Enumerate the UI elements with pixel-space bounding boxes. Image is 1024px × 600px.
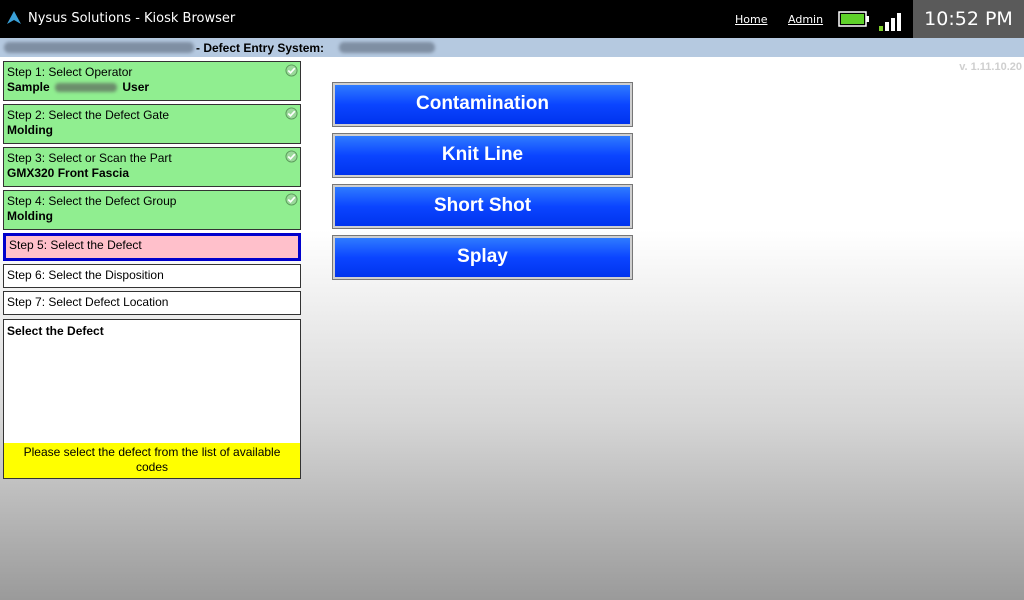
instruction-panel: Select the Defect Please select the defe… — [3, 319, 301, 479]
window-title: Nysus Solutions - Kiosk Browser — [28, 11, 236, 26]
check-circle-icon — [285, 107, 298, 120]
check-circle-icon — [285, 64, 298, 77]
redacted-text — [55, 83, 118, 93]
step-4-defect-group[interactable]: Step 4: Select the Defect Group Molding — [3, 190, 301, 230]
app-icon — [7, 11, 21, 24]
instruction-title: Select the Defect — [7, 324, 104, 338]
check-circle-icon — [285, 193, 298, 206]
step-value: Molding — [7, 209, 53, 223]
step-value: Sample User — [7, 80, 297, 94]
step-value-prefix: Sample — [7, 80, 50, 94]
defect-button-splay[interactable]: Splay — [332, 235, 633, 280]
step-1-operator[interactable]: Step 1: Select Operator Sample User — [3, 61, 301, 101]
status-area — [834, 0, 912, 38]
step-label: Step 3: Select or Scan the Part — [7, 151, 172, 165]
home-link[interactable]: Home — [735, 13, 767, 26]
defect-button-contamination[interactable]: Contamination — [332, 82, 633, 127]
step-label: Step 5: Select the Defect — [9, 238, 142, 252]
step-value: Molding — [7, 123, 53, 137]
step-3-part[interactable]: Step 3: Select or Scan the Part GMX320 F… — [3, 147, 301, 187]
battery-icon — [838, 11, 869, 27]
header-strip: - Defect Entry System: — [0, 38, 1024, 57]
page-title: - Defect Entry System: — [196, 41, 325, 55]
step-6-disposition[interactable]: Step 6: Select the Disposition — [3, 264, 301, 288]
step-label: Step 1: Select Operator — [7, 65, 133, 79]
instruction-message: Please select the defect from the list o… — [4, 443, 300, 478]
step-value-suffix: User — [122, 80, 150, 94]
signal-icon — [879, 13, 901, 31]
defect-button-knit-line[interactable]: Knit Line — [332, 133, 633, 178]
version-label: v. 1.11.10.20 — [959, 61, 1022, 73]
step-value: GMX320 Front Fascia — [7, 166, 130, 180]
step-label: Step 6: Select the Disposition — [7, 268, 164, 282]
step-label: Step 4: Select the Defect Group — [7, 194, 177, 208]
step-label: Step 7: Select Defect Location — [7, 295, 169, 309]
redacted-text — [339, 42, 435, 53]
step-2-defect-gate[interactable]: Step 2: Select the Defect Gate Molding — [3, 104, 301, 144]
admin-link[interactable]: Admin — [788, 13, 823, 26]
check-circle-icon — [285, 150, 298, 163]
step-7-defect-location[interactable]: Step 7: Select Defect Location — [3, 291, 301, 315]
clock: 10:52 PM — [913, 0, 1024, 38]
title-bar: Nysus Solutions - Kiosk Browser Home Adm… — [0, 0, 1024, 38]
defect-button-short-shot[interactable]: Short Shot — [332, 184, 633, 229]
step-label: Step 2: Select the Defect Gate — [7, 108, 170, 122]
step-5-defect[interactable]: Step 5: Select the Defect — [3, 233, 301, 261]
redacted-text — [4, 42, 194, 53]
